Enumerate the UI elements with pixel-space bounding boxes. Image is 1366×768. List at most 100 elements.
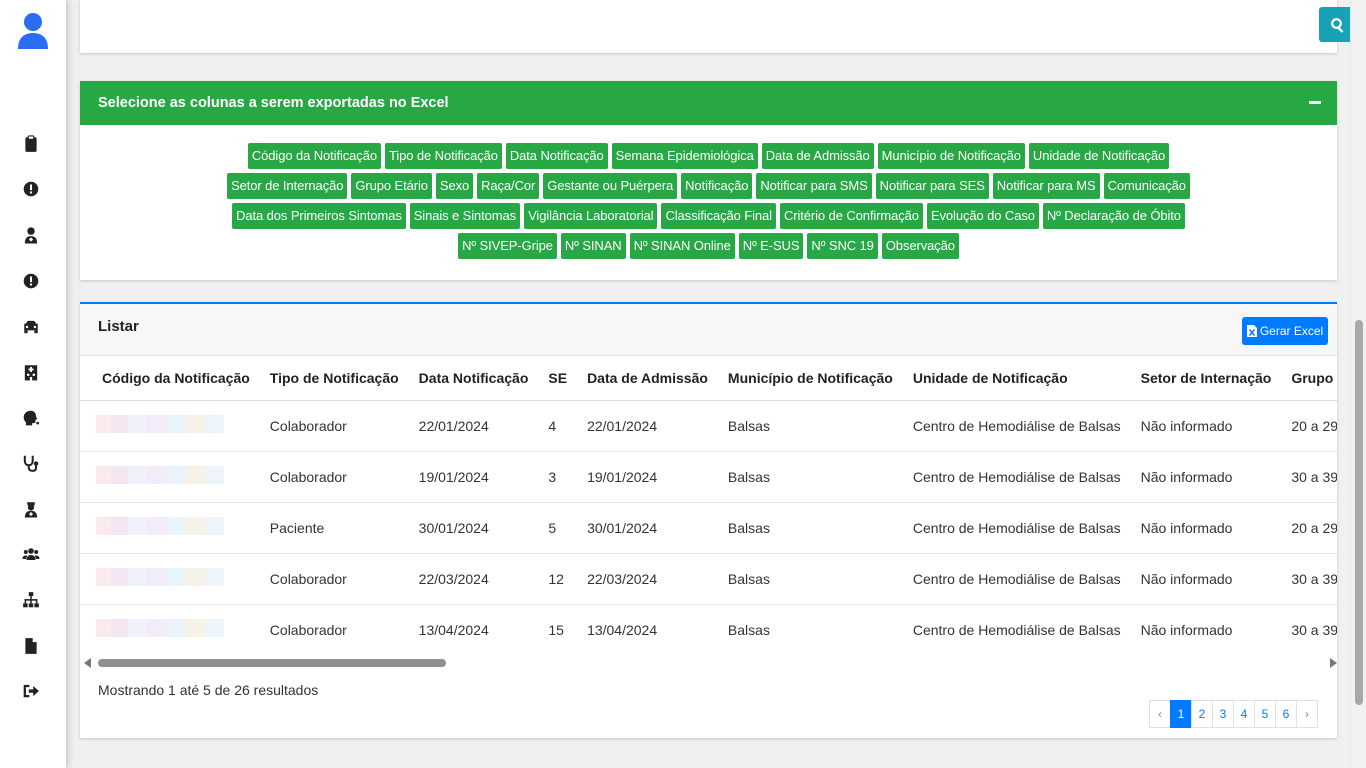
export-column-tag[interactable]: Nº SIVEP-Gripe	[458, 233, 557, 259]
doctor-icon[interactable]	[20, 224, 42, 246]
export-column-tag[interactable]: Raça/Cor	[477, 173, 540, 199]
nurse-icon[interactable]	[20, 498, 42, 520]
table-cell: 30 a 39 anos	[1281, 553, 1337, 605]
table-cell: Balsas	[727, 621, 770, 638]
column-header[interactable]: Data Notificação	[408, 356, 539, 401]
collapse-icon[interactable]	[1309, 101, 1321, 104]
export-column-tag[interactable]: Semana Epidemiológica	[611, 143, 758, 169]
scroll-right-icon[interactable]	[1330, 658, 1337, 668]
car-icon[interactable]	[20, 316, 42, 338]
table-row[interactable]: Colaborador 22/01/2024 4 22/01/2024 Balsas Ce…	[80, 400, 1337, 452]
redacted-code-cell	[80, 604, 260, 655]
scroll-left-icon[interactable]	[84, 658, 91, 668]
column-header[interactable]: Código da Notificação	[80, 356, 260, 401]
export-column-tag[interactable]: Código da Notificação	[247, 143, 381, 169]
user-avatar-icon[interactable]	[17, 12, 49, 50]
pagination-next[interactable]: ›	[1296, 700, 1318, 728]
export-column-tag[interactable]: Nº Declaração de Óbito	[1042, 203, 1185, 229]
table-cell: 22/01/2024	[577, 400, 718, 452]
export-column-tag[interactable]: Classificação Final	[661, 203, 776, 229]
users-group-icon[interactable]	[20, 543, 42, 565]
table-cell: Colaborador	[269, 621, 347, 638]
table-cell: 22/03/2024	[408, 553, 539, 605]
table-row[interactable]: Colaborador 19/01/2024 3 19/01/2024 Balsas Ce…	[80, 451, 1337, 503]
table-cell: 30/01/2024	[577, 502, 718, 554]
column-header[interactable]: Data de Admissão	[577, 356, 718, 401]
pagination-page[interactable]: 2	[1191, 700, 1213, 728]
pagination-page[interactable]: 5	[1254, 700, 1276, 728]
export-column-tag[interactable]: Sexo	[435, 173, 474, 199]
redacted-code-cell	[80, 502, 260, 554]
export-column-tag[interactable]: Observação	[881, 233, 959, 259]
list-card-header: Listar Gerar Excel	[80, 304, 1337, 356]
results-summary: Mostrando 1 até 5 de 26 resultados	[98, 682, 319, 698]
pagination-page[interactable]: 3	[1212, 700, 1234, 728]
file-icon[interactable]	[20, 635, 42, 657]
pagination-page[interactable]: 4	[1233, 700, 1255, 728]
export-column-tag[interactable]: Nº SINAN Online	[629, 233, 735, 259]
column-header[interactable]: Tipo de Notificação	[259, 356, 409, 401]
redacted-code-cell	[80, 451, 260, 503]
export-column-tag[interactable]: Data de Admissão	[761, 143, 874, 169]
generate-excel-button[interactable]: Gerar Excel	[1242, 317, 1328, 345]
export-column-tag[interactable]: Comunicação	[1103, 173, 1190, 199]
export-column-tag[interactable]: Grupo Etário	[351, 173, 432, 199]
column-header[interactable]: Setor de Internação	[1130, 356, 1282, 401]
redacted-value	[96, 466, 224, 484]
table-cell: 22/03/2024	[577, 553, 718, 605]
pagination-page[interactable]: 6	[1275, 700, 1297, 728]
tag-row: Data dos Primeiros Sintomas Sinais e Sint…	[80, 203, 1337, 229]
pagination-page[interactable]: 1	[1170, 700, 1192, 728]
alert-circle-icon[interactable]	[20, 178, 42, 200]
export-column-tag[interactable]: Evolução do Caso	[926, 203, 1039, 229]
excel-file-icon	[1246, 325, 1257, 337]
export-column-tag[interactable]: Nº SINAN	[560, 233, 626, 259]
hospital-icon[interactable]	[20, 361, 42, 383]
column-header[interactable]: Grupo Etário	[1281, 356, 1337, 401]
table-row[interactable]: Colaborador 22/03/2024 12 22/03/2024 Balsas C…	[80, 553, 1337, 605]
column-header[interactable]: Município de Notificação	[717, 356, 903, 401]
horizontal-scrollbar[interactable]	[80, 656, 1337, 670]
clipboard-icon[interactable]	[20, 133, 42, 155]
page-vertical-scrollbar[interactable]	[1350, 0, 1366, 768]
export-column-tag[interactable]: Nº SNC 19	[807, 233, 878, 259]
sitemap-icon[interactable]	[20, 589, 42, 611]
logout-icon[interactable]	[20, 680, 42, 702]
table-row[interactable]: Paciente 30/01/2024 5 30/01/2024 Balsas Centr…	[80, 502, 1337, 554]
export-column-tag[interactable]: Gestante ou Puérpera	[543, 173, 678, 199]
redacted-value	[96, 619, 224, 638]
export-column-tag[interactable]: Vigilância Laboratorial	[524, 203, 658, 229]
export-column-tag[interactable]: Data dos Primeiros Sintomas	[232, 203, 406, 229]
export-column-tag[interactable]: Tipo de Notificação	[384, 143, 502, 169]
column-header[interactable]: Unidade de Notificação	[902, 356, 1131, 401]
table-cell: Centro de Hemodiálise de Balsas	[902, 553, 1131, 605]
table-row[interactable]: Colaborador 13/04/2024 15 13/04/2024 Balsas C…	[80, 604, 1337, 655]
export-column-tag[interactable]: Notificar para SES	[875, 173, 989, 199]
generate-excel-label: Gerar Excel	[1259, 324, 1324, 338]
table-cell: Balsas	[717, 451, 903, 503]
export-column-tag[interactable]: Nº E-SUS	[738, 233, 804, 259]
table-body: Colaborador 22/01/2024 4 22/01/2024 Balsas Ce…	[80, 400, 1337, 655]
table-cell: Colaborador	[259, 400, 409, 452]
export-column-tag[interactable]: Setor de Internação	[227, 173, 348, 199]
column-header[interactable]: SE	[538, 356, 578, 401]
alert-circle-icon[interactable]	[20, 270, 42, 292]
brain-virus-icon[interactable]	[20, 407, 42, 429]
export-column-tag[interactable]: Notificar para MS	[992, 173, 1100, 199]
redacted-value	[96, 517, 224, 535]
stethoscope-icon[interactable]	[20, 452, 42, 474]
export-column-tag[interactable]: Notificação	[681, 173, 753, 199]
horizontal-scroll-thumb[interactable]	[98, 659, 446, 667]
table-cell: 13/04/2024	[587, 621, 658, 638]
redacted-value	[96, 568, 224, 586]
vertical-scroll-thumb[interactable]	[1355, 320, 1363, 705]
export-column-tag[interactable]: Unidade de Notificação	[1028, 143, 1170, 169]
export-column-tag[interactable]: Critério de Confirmação	[779, 203, 923, 229]
export-column-tag[interactable]: Município de Notificação	[877, 143, 1025, 169]
export-column-tag[interactable]: Sinais e Sintomas	[409, 203, 521, 229]
pagination-prev[interactable]: ‹	[1149, 700, 1171, 728]
export-column-tag[interactable]: Notificar para SMS	[756, 173, 872, 199]
table-cell: Não informado	[1130, 400, 1282, 452]
table-cell: Colaborador	[259, 553, 409, 605]
export-column-tag[interactable]: Data Notificação	[505, 143, 608, 169]
